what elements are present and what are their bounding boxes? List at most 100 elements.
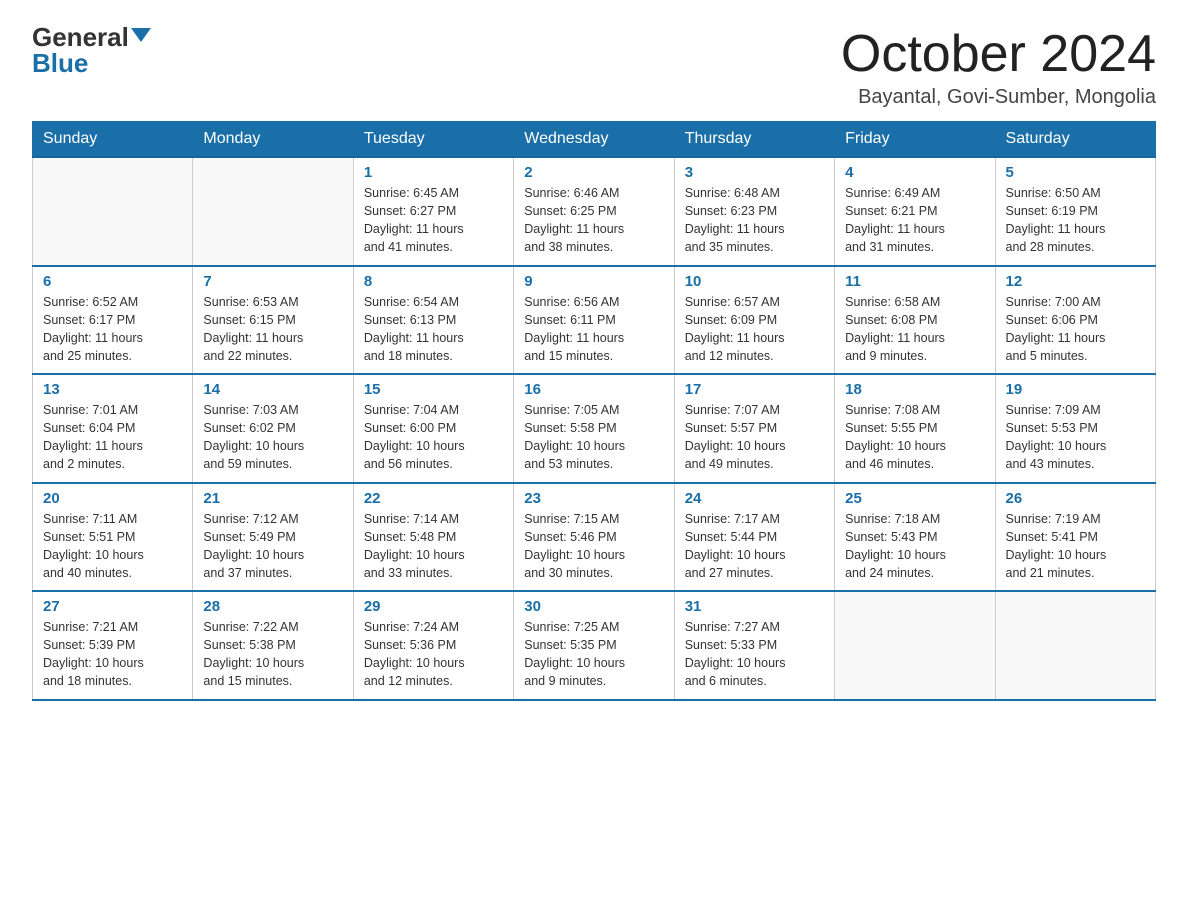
table-row: 19Sunrise: 7:09 AMSunset: 5:53 PMDayligh… [995, 374, 1155, 483]
day-number: 3 [685, 164, 824, 181]
day-number: 11 [845, 273, 984, 290]
day-info: Sunrise: 7:00 AMSunset: 6:06 PMDaylight:… [1006, 293, 1145, 366]
table-row [33, 157, 193, 266]
table-row: 25 Sunrise: 7:18 AMSunset: 5:43 PMDayligh… [835, 483, 995, 592]
day-number: 9 [524, 273, 663, 290]
table-row: 27Sunrise: 7:21 AMSunset: 5:39 PMDayligh… [33, 591, 193, 700]
day-info: Sunrise: 7:22 AMSunset: 5:38 PMDaylight:… [203, 618, 342, 691]
day-info: Sunrise: 6:45 AMSunset: 6:27 PMDaylight:… [364, 184, 503, 257]
calendar-week-row: 1Sunrise: 6:45 AMSunset: 6:27 PMDaylight… [33, 157, 1156, 266]
calendar-week-row: 13 Sunrise: 7:01 AMSunset: 6:04 PMDayligh… [33, 374, 1156, 483]
day-info: Sunrise: 7:12 AMSunset: 5:49 PMDaylight:… [203, 510, 342, 583]
calendar-location: Bayantal, Govi-Sumber, Mongolia [841, 86, 1156, 109]
day-number: 16 [524, 381, 663, 398]
table-row: 5Sunrise: 6:50 AMSunset: 6:19 PMDaylight… [995, 157, 1155, 266]
table-row: 2 Sunrise: 6:46 AMSunset: 6:25 PMDaylight… [514, 157, 674, 266]
day-info: Sunrise: 6:46 AMSunset: 6:25 PMDaylight:… [524, 184, 663, 257]
day-info: Sunrise: 7:08 AMSunset: 5:55 PMDaylight:… [845, 401, 984, 474]
table-row: 1Sunrise: 6:45 AMSunset: 6:27 PMDaylight… [353, 157, 513, 266]
logo-general-text: General [32, 24, 129, 50]
day-number: 8 [364, 273, 503, 290]
table-row: 18 Sunrise: 7:08 AMSunset: 5:55 PMDayligh… [835, 374, 995, 483]
header-monday: Monday [193, 122, 353, 158]
calendar-table: Sunday Monday Tuesday Wednesday Thursday… [32, 121, 1156, 701]
day-number: 22 [364, 490, 503, 507]
calendar-week-row: 20 Sunrise: 7:11 AMSunset: 5:51 PMDayligh… [33, 483, 1156, 592]
table-row: 14 Sunrise: 7:03 AMSunset: 6:02 PMDayligh… [193, 374, 353, 483]
table-row: 29Sunrise: 7:24 AMSunset: 5:36 PMDayligh… [353, 591, 513, 700]
table-row: 23Sunrise: 7:15 AMSunset: 5:46 PMDayligh… [514, 483, 674, 592]
table-row: 22 Sunrise: 7:14 AMSunset: 5:48 PMDayligh… [353, 483, 513, 592]
day-info: Sunrise: 6:52 AMSunset: 6:17 PMDaylight:… [43, 293, 182, 366]
day-info: Sunrise: 6:53 AMSunset: 6:15 PMDaylight:… [203, 293, 342, 366]
table-row: 9 Sunrise: 6:56 AMSunset: 6:11 PMDaylight… [514, 266, 674, 375]
calendar-title: October 2024 [841, 24, 1156, 84]
table-row [995, 591, 1155, 700]
day-number: 6 [43, 273, 182, 290]
day-info: Sunrise: 7:27 AMSunset: 5:33 PMDaylight:… [685, 618, 824, 691]
header-saturday: Saturday [995, 122, 1155, 158]
day-info: Sunrise: 7:21 AMSunset: 5:39 PMDaylight:… [43, 618, 182, 691]
day-number: 26 [1006, 490, 1145, 507]
table-row: 7 Sunrise: 6:53 AMSunset: 6:15 PMDaylight… [193, 266, 353, 375]
day-number: 15 [364, 381, 503, 398]
table-row: 3Sunrise: 6:48 AMSunset: 6:23 PMDaylight… [674, 157, 834, 266]
table-row: 13 Sunrise: 7:01 AMSunset: 6:04 PMDayligh… [33, 374, 193, 483]
day-number: 25 [845, 490, 984, 507]
header-thursday: Thursday [674, 122, 834, 158]
day-number: 13 [43, 381, 182, 398]
day-info: Sunrise: 6:49 AMSunset: 6:21 PMDaylight:… [845, 184, 984, 257]
table-row: 8 Sunrise: 6:54 AMSunset: 6:13 PMDaylight… [353, 266, 513, 375]
day-info: Sunrise: 7:18 AMSunset: 5:43 PMDaylight:… [845, 510, 984, 583]
table-row [835, 591, 995, 700]
table-row: 10 Sunrise: 6:57 AMSunset: 6:09 PMDayligh… [674, 266, 834, 375]
day-number: 7 [203, 273, 342, 290]
day-number: 12 [1006, 273, 1145, 290]
day-number: 20 [43, 490, 182, 507]
day-info: Sunrise: 6:50 AMSunset: 6:19 PMDaylight:… [1006, 184, 1145, 257]
day-number: 4 [845, 164, 984, 181]
table-row: 21 Sunrise: 7:12 AMSunset: 5:49 PMDayligh… [193, 483, 353, 592]
day-info: Sunrise: 6:58 AMSunset: 6:08 PMDaylight:… [845, 293, 984, 366]
day-number: 2 [524, 164, 663, 181]
logo-blue-text: Blue [32, 48, 88, 78]
logo-triangle-icon [131, 28, 151, 42]
day-number: 14 [203, 381, 342, 398]
day-info: Sunrise: 6:57 AMSunset: 6:09 PMDaylight:… [685, 293, 824, 366]
day-number: 24 [685, 490, 824, 507]
day-info: Sunrise: 7:15 AMSunset: 5:46 PMDaylight:… [524, 510, 663, 583]
table-row: 6 Sunrise: 6:52 AMSunset: 6:17 PMDaylight… [33, 266, 193, 375]
table-row: 17 Sunrise: 7:07 AMSunset: 5:57 PMDayligh… [674, 374, 834, 483]
day-info: Sunrise: 7:07 AMSunset: 5:57 PMDaylight:… [685, 401, 824, 474]
header-tuesday: Tuesday [353, 122, 513, 158]
day-info: Sunrise: 6:56 AMSunset: 6:11 PMDaylight:… [524, 293, 663, 366]
day-info: Sunrise: 7:11 AMSunset: 5:51 PMDaylight:… [43, 510, 182, 583]
day-number: 19 [1006, 381, 1145, 398]
day-number: 21 [203, 490, 342, 507]
day-info: Sunrise: 6:54 AMSunset: 6:13 PMDaylight:… [364, 293, 503, 366]
table-row: 26Sunrise: 7:19 AMSunset: 5:41 PMDayligh… [995, 483, 1155, 592]
table-row: 20 Sunrise: 7:11 AMSunset: 5:51 PMDayligh… [33, 483, 193, 592]
day-number: 17 [685, 381, 824, 398]
calendar-header-row: Sunday Monday Tuesday Wednesday Thursday… [33, 122, 1156, 158]
table-row: 31 Sunrise: 7:27 AMSunset: 5:33 PMDayligh… [674, 591, 834, 700]
header-wednesday: Wednesday [514, 122, 674, 158]
day-number: 18 [845, 381, 984, 398]
calendar-week-row: 6 Sunrise: 6:52 AMSunset: 6:17 PMDaylight… [33, 266, 1156, 375]
header-sunday: Sunday [33, 122, 193, 158]
day-info: Sunrise: 7:03 AMSunset: 6:02 PMDaylight:… [203, 401, 342, 474]
header-friday: Friday [835, 122, 995, 158]
day-number: 10 [685, 273, 824, 290]
page-header: General Blue October 2024 Bayantal, Govi… [32, 24, 1156, 109]
table-row: 30Sunrise: 7:25 AMSunset: 5:35 PMDayligh… [514, 591, 674, 700]
table-row [193, 157, 353, 266]
day-info: Sunrise: 7:17 AMSunset: 5:44 PMDaylight:… [685, 510, 824, 583]
table-row: 16Sunrise: 7:05 AMSunset: 5:58 PMDayligh… [514, 374, 674, 483]
table-row: 24 Sunrise: 7:17 AMSunset: 5:44 PMDayligh… [674, 483, 834, 592]
day-info: Sunrise: 7:25 AMSunset: 5:35 PMDaylight:… [524, 618, 663, 691]
day-number: 31 [685, 598, 824, 615]
table-row: 12 Sunrise: 7:00 AMSunset: 6:06 PMDayligh… [995, 266, 1155, 375]
day-number: 29 [364, 598, 503, 615]
day-info: Sunrise: 7:14 AMSunset: 5:48 PMDaylight:… [364, 510, 503, 583]
day-info: Sunrise: 7:01 AMSunset: 6:04 PMDaylight:… [43, 401, 182, 474]
